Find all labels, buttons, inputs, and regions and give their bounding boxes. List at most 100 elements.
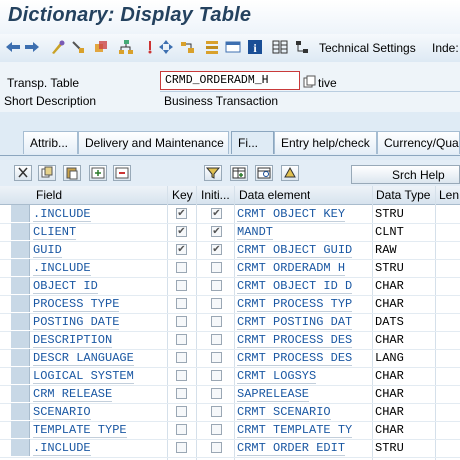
row-selector[interactable] xyxy=(11,205,30,222)
indexes-button[interactable]: Inde: xyxy=(432,41,459,55)
tab-fields[interactable]: Fi... xyxy=(231,131,274,154)
field-name-cell[interactable]: OBJECT ID xyxy=(33,279,98,294)
initial-values-checkbox[interactable] xyxy=(211,424,222,435)
row-selector[interactable] xyxy=(11,313,30,330)
data-element-cell[interactable]: CRMT ORDER EDIT xyxy=(237,441,346,456)
initial-values-checkbox[interactable] xyxy=(211,442,222,453)
table-structure-icon[interactable] xyxy=(230,165,248,181)
data-element-cell[interactable]: CRMT OBJECT ID D xyxy=(237,279,353,294)
data-element-cell[interactable]: CRMT PROCESS DES xyxy=(237,333,353,348)
initial-values-checkbox[interactable]: ✔ xyxy=(211,208,222,219)
delete-row-icon[interactable] xyxy=(113,165,131,181)
initial-values-checkbox[interactable]: ✔ xyxy=(211,244,222,255)
navigation-icon[interactable] xyxy=(158,39,174,55)
field-name-cell[interactable]: POSTING DATE xyxy=(33,315,120,330)
table-row[interactable]: TEMPLATE TYPE CRMT TEMPLATE TY CHAR xyxy=(0,421,460,440)
initial-values-checkbox[interactable] xyxy=(211,316,222,327)
transp-table-field[interactable]: CRMD_ORDERADM_H xyxy=(160,71,300,90)
table-row[interactable]: GUID ✔ ✔ CRMT OBJECT GUID RAW xyxy=(0,241,460,260)
data-element-cell[interactable]: CRMT TEMPLATE TY xyxy=(237,423,353,438)
information-icon[interactable]: i xyxy=(247,39,263,55)
table-row[interactable]: LOGICAL SYSTEM CRMT LOGSYS CHAR xyxy=(0,367,460,386)
row-selector[interactable] xyxy=(11,421,30,438)
key-checkbox[interactable] xyxy=(176,424,187,435)
data-element-cell[interactable]: CRMT ORDERADM H xyxy=(237,261,346,276)
row-selector[interactable] xyxy=(11,403,30,420)
tab-attributes[interactable]: Attrib... xyxy=(23,131,78,154)
row-selector[interactable] xyxy=(11,277,30,294)
key-checkbox[interactable] xyxy=(176,316,187,327)
sort-icon[interactable] xyxy=(281,165,299,181)
key-checkbox[interactable]: ✔ xyxy=(176,226,187,237)
data-element-cell[interactable]: SAPRELEASE xyxy=(237,387,310,402)
forward-arrow-icon[interactable] xyxy=(24,39,40,55)
key-checkbox[interactable] xyxy=(176,388,187,399)
technical-settings-button[interactable]: Technical Settings xyxy=(319,41,416,55)
initial-values-checkbox[interactable] xyxy=(211,334,222,345)
data-element-cell[interactable]: CRMT PROCESS DES xyxy=(237,351,353,366)
grid-layout-icon[interactable] xyxy=(272,39,288,55)
col-length-header[interactable]: Len xyxy=(439,188,460,202)
display-change-icon[interactable] xyxy=(50,39,66,55)
key-checkbox[interactable] xyxy=(176,298,187,309)
table-row[interactable]: CRM RELEASE SAPRELEASE CHAR xyxy=(0,385,460,404)
where-used-icon[interactable] xyxy=(142,39,158,55)
field-name-cell[interactable]: TEMPLATE TYPE xyxy=(33,423,127,438)
field-name-cell[interactable]: SCENARIO xyxy=(33,405,91,420)
tab-delivery-maintenance[interactable]: Delivery and Maintenance xyxy=(78,131,229,154)
field-name-cell[interactable]: GUID xyxy=(33,243,62,258)
key-checkbox[interactable] xyxy=(176,406,187,417)
field-name-cell[interactable]: .INCLUDE xyxy=(33,441,91,456)
table-row[interactable]: OBJECT ID CRMT OBJECT ID D CHAR xyxy=(0,277,460,296)
field-name-cell[interactable]: PROCESS TYPE xyxy=(33,297,120,312)
details-icon[interactable] xyxy=(255,165,273,181)
activate-icon[interactable] xyxy=(93,39,109,55)
key-checkbox[interactable] xyxy=(176,352,187,363)
table-row[interactable]: DESCR LANGUAGE CRMT PROCESS DES LANG xyxy=(0,349,460,368)
data-element-cell[interactable]: MANDT xyxy=(237,225,274,240)
row-selector[interactable] xyxy=(11,295,30,312)
table-row[interactable]: .INCLUDE CRMT ORDER EDIT STRU xyxy=(0,439,460,458)
table-row[interactable]: POSTING DATE CRMT POSTING DAT DATS xyxy=(0,313,460,332)
data-element-cell[interactable]: CRMT OBJECT GUID xyxy=(237,243,353,258)
copy-rows-icon[interactable] xyxy=(38,165,56,181)
window-icon[interactable] xyxy=(225,39,241,55)
field-name-cell[interactable]: DESCRIPTION xyxy=(33,333,113,348)
field-name-cell[interactable]: DESCR LANGUAGE xyxy=(33,351,134,366)
key-checkbox[interactable] xyxy=(176,280,187,291)
initial-values-checkbox[interactable] xyxy=(211,406,222,417)
row-selector[interactable] xyxy=(11,349,30,366)
paste-icon[interactable] xyxy=(63,165,81,181)
row-selector[interactable] xyxy=(11,241,30,258)
back-arrow-icon[interactable] xyxy=(5,39,21,55)
data-element-cell[interactable]: CRMT SCENARIO xyxy=(237,405,331,420)
search-help-button[interactable]: Srch Help xyxy=(351,165,460,184)
col-initial-header[interactable]: Initi... xyxy=(201,188,233,202)
initial-values-checkbox[interactable]: ✔ xyxy=(211,226,222,237)
key-checkbox[interactable] xyxy=(176,370,187,381)
row-selector[interactable] xyxy=(11,223,30,240)
key-checkbox[interactable]: ✔ xyxy=(176,244,187,255)
stack-icon[interactable] xyxy=(204,39,220,55)
tab-entry-help-check[interactable]: Entry help/check xyxy=(274,131,377,154)
row-selector[interactable] xyxy=(11,385,30,402)
col-data-element-header[interactable]: Data element xyxy=(239,188,310,202)
filter-icon[interactable] xyxy=(204,165,222,181)
col-data-type-header[interactable]: Data Type xyxy=(376,188,430,202)
tree-icon[interactable] xyxy=(294,39,310,55)
initial-values-checkbox[interactable] xyxy=(211,262,222,273)
row-selector[interactable] xyxy=(11,439,30,456)
field-name-cell[interactable]: CRM RELEASE xyxy=(33,387,113,402)
initial-values-checkbox[interactable] xyxy=(211,352,222,363)
key-checkbox[interactable] xyxy=(176,334,187,345)
data-element-cell[interactable]: CRMT POSTING DAT xyxy=(237,315,353,330)
field-name-cell[interactable]: LOGICAL SYSTEM xyxy=(33,369,134,384)
table-row[interactable]: .INCLUDE CRMT ORDERADM H STRU xyxy=(0,259,460,278)
row-selector[interactable] xyxy=(11,367,30,384)
tab-currency-quantity[interactable]: Currency/Qua xyxy=(377,131,460,154)
col-key-header[interactable]: Key xyxy=(172,188,193,202)
object-list-icon[interactable] xyxy=(180,39,196,55)
table-row[interactable]: DESCRIPTION CRMT PROCESS DES CHAR xyxy=(0,331,460,350)
initial-values-checkbox[interactable] xyxy=(211,370,222,381)
data-element-cell[interactable]: CRMT OBJECT KEY xyxy=(237,207,346,222)
